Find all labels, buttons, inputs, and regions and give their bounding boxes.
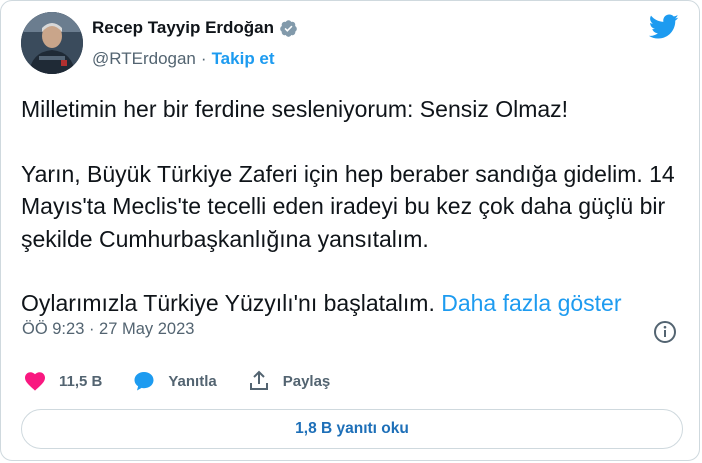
- author-handle[interactable]: @RTErdogan: [92, 49, 196, 69]
- heart-icon: [25, 372, 45, 391]
- twitter-bird-icon[interactable]: [649, 14, 679, 40]
- author-display-name[interactable]: Recep Tayyip Erdoğan: [92, 18, 274, 38]
- reply-bubble-icon: [134, 372, 154, 391]
- share-button[interactable]: Paylaş: [247, 369, 331, 393]
- author-name-row: Recep Tayyip Erdoğan: [92, 18, 298, 38]
- info-icon[interactable]: [653, 320, 677, 344]
- tweet-paragraph-3-text: Oylarımızla Türkiye Yüzyılı'nı başlatalı…: [21, 290, 435, 316]
- tweet-paragraph-2: Yarın, Büyük Türkiye Zaferi için hep ber…: [21, 160, 675, 252]
- reply-label: Yanıtla: [168, 372, 217, 390]
- share-label: Paylaş: [282, 372, 331, 390]
- avatar-image: [21, 12, 83, 74]
- separator-dot: ·: [200, 49, 207, 68]
- reply-button[interactable]: Yanıtla: [132, 369, 217, 393]
- read-replies-button[interactable]: 1,8 B yanıtı oku: [21, 409, 683, 449]
- tweet-text: Milletimin her bir ferdine sesleniyorum:…: [21, 93, 689, 320]
- tweet-timestamp[interactable]: ÖÖ 9:23 · 27 May 2023: [22, 320, 194, 339]
- avatar[interactable]: [21, 12, 83, 74]
- follow-link[interactable]: Takip et: [212, 49, 275, 69]
- tweet-paragraph-3: Oylarımızla Türkiye Yüzyılı'nı başlatalı…: [21, 287, 689, 320]
- share-upload-icon: [249, 370, 268, 390]
- show-more-link[interactable]: Daha fazla göster: [441, 290, 621, 316]
- tweet-embed-card: Recep Tayyip Erdoğan @RTErdogan · Takip …: [0, 0, 700, 461]
- tweet-actions: 11,5 B Yanıtla Paylaş: [23, 369, 360, 393]
- verified-badge-icon: [280, 19, 297, 37]
- like-count: 11,5 B: [59, 372, 103, 390]
- author-handle-row: @RTErdogan · Takip et: [92, 49, 275, 69]
- like-button[interactable]: 11,5 B: [23, 369, 102, 393]
- tweet-paragraph-1: Milletimin her bir ferdine sesleniyorum:…: [21, 96, 569, 122]
